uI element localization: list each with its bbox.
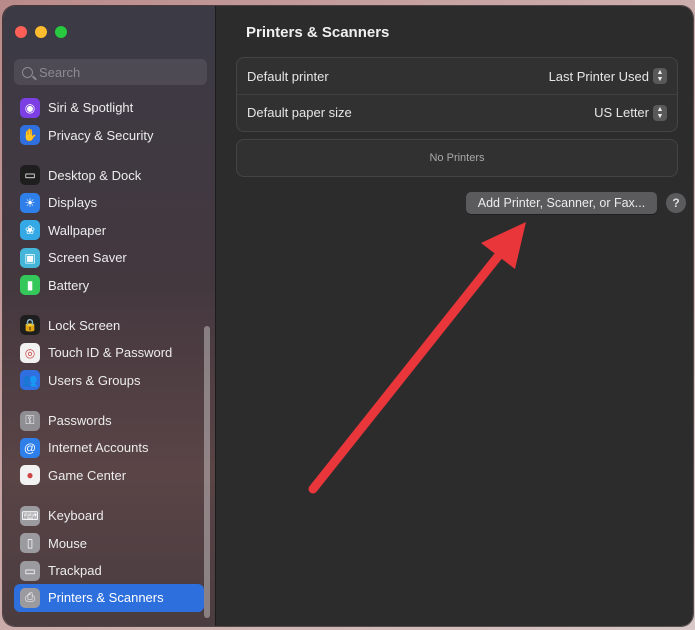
paper-size-row: Default paper size US Letter ▲ ▼ (237, 94, 677, 130)
dock-icon: ▭ (20, 165, 40, 186)
sidebar-scrollbar[interactable] (204, 326, 210, 618)
sidebar-item-label: Game Center (48, 467, 127, 483)
flower-icon: ❀ (20, 220, 40, 241)
window-controls (15, 26, 67, 38)
sidebar-item-label: Keyboard (48, 508, 104, 524)
default-printer-row: Default printer Last Printer Used ▲ ▼ (237, 58, 677, 94)
sidebar-item-label: Mouse (48, 535, 88, 551)
sidebar-item-label: Printers & Scanners (48, 590, 164, 606)
search-field[interactable] (14, 59, 207, 85)
sidebar-item-trackpad[interactable]: ▭ Trackpad (14, 557, 204, 584)
main-pane: Printers & Scanners Default printer Last… (216, 6, 693, 626)
sidebar-item-keyboard[interactable]: ⌨ Keyboard (14, 502, 204, 529)
sidebar-item-label: Users & Groups (48, 372, 141, 388)
paper-size-value: US Letter (594, 105, 649, 120)
sidebar: ◉ Siri & Spotlight ✋ Privacy & Security ▭ Des… (3, 6, 216, 626)
siri-icon: ◉ (20, 97, 40, 118)
sidebar-item-label: Wallpaper (48, 222, 107, 238)
defaults-group: Default printer Last Printer Used ▲ ▼ Def… (236, 57, 678, 132)
trackpad-icon: ▭ (20, 560, 40, 581)
empty-list-text: No Printers (429, 152, 485, 164)
page-title: Printers & Scanners (246, 24, 390, 41)
sidebar-item-lock-screen[interactable]: 🔒 Lock Screen (14, 312, 204, 339)
sidebar-item-touch-id-password[interactable]: ◎ Touch ID & Password (14, 339, 204, 366)
sidebar-item-passwords[interactable]: ⚿ Passwords (14, 407, 204, 434)
game-center-icon: ● (20, 465, 40, 486)
sidebar-item-label: Trackpad (48, 563, 102, 579)
sidebar-item-label: Displays (48, 195, 98, 211)
mouse-icon: ▯ (20, 533, 40, 554)
sidebar-item-privacy-security[interactable]: ✋ Privacy & Security (14, 121, 204, 148)
sidebar-item-label: Passwords (48, 413, 112, 429)
system-settings-window: ◉ Siri & Spotlight ✋ Privacy & Security ▭ Des… (3, 6, 693, 626)
sidebar-item-label: Screen Saver (48, 250, 127, 266)
default-printer-value: Last Printer Used (548, 68, 649, 84)
paper-size-label: Default paper size (247, 105, 352, 120)
printer-icon: ⎙ (20, 587, 40, 608)
sidebar-item-displays[interactable]: ☀ Displays (14, 189, 204, 216)
battery-icon: ▮ (20, 275, 40, 296)
sidebar-item-label: Internet Accounts (48, 440, 149, 456)
zoom-window-button[interactable] (55, 26, 67, 38)
sidebar-item-wallpaper[interactable]: ❀ Wallpaper (14, 217, 204, 244)
sidebar-item-label: Desktop & Dock (48, 167, 142, 183)
users-icon: 👥 (20, 370, 40, 391)
help-button[interactable]: ? (666, 193, 686, 213)
sidebar-separator (14, 394, 204, 407)
default-printer-label: Default printer (247, 68, 329, 84)
key-icon: ⚿ (20, 410, 40, 431)
sidebar-separator (14, 299, 204, 312)
sidebar-separator (14, 489, 204, 502)
search-icon (22, 66, 33, 78)
sun-icon: ☀ (20, 192, 40, 213)
screen-saver-icon: ▣ (20, 247, 40, 268)
sidebar-separator (14, 149, 204, 162)
sidebar-item-mouse[interactable]: ▯ Mouse (14, 529, 204, 556)
paper-size-popup[interactable]: US Letter ▲ ▼ (594, 104, 667, 121)
chevron-up-down-icon: ▲ ▼ (653, 68, 667, 84)
sidebar-item-users-groups[interactable]: 👥 Users & Groups (14, 367, 204, 394)
default-printer-popup[interactable]: Last Printer Used ▲ ▼ (549, 68, 667, 84)
sidebar-item-game-center[interactable]: ● Game Center (14, 462, 204, 489)
sidebar-item-desktop-dock[interactable]: ▭ Desktop & Dock (14, 162, 204, 189)
printer-list[interactable]: No Printers (236, 139, 678, 177)
chevron-up-down-icon: ▲ ▼ (653, 104, 667, 121)
lock-icon: 🔒 (20, 315, 40, 336)
fingerprint-icon: ◎ (20, 342, 40, 363)
sidebar-item-screen-saver[interactable]: ▣ Screen Saver (14, 244, 204, 271)
sidebar-item-label: Touch ID & Password (48, 345, 173, 361)
sidebar-item-printers-scanners[interactable]: ⎙ Printers & Scanners (14, 584, 204, 612)
close-window-button[interactable] (15, 26, 27, 38)
sidebar-item-label: Siri & Spotlight (48, 100, 134, 116)
keyboard-icon: ⌨ (20, 505, 40, 526)
sidebar-item-label: Battery (48, 277, 90, 293)
hand-icon: ✋ (20, 125, 40, 146)
add-printer-button[interactable]: Add Printer, Scanner, or Fax... (466, 192, 657, 214)
sidebar-item-battery[interactable]: ▮ Battery (14, 271, 204, 298)
sidebar-item-internet-accounts[interactable]: @ Internet Accounts (14, 434, 204, 461)
sidebar-item-siri-spotlight[interactable]: ◉ Siri & Spotlight (14, 94, 204, 121)
sidebar-item-label: Privacy & Security (48, 127, 154, 143)
sidebar-item-label: Lock Screen (48, 317, 121, 333)
at-icon: @ (20, 437, 40, 458)
minimize-window-button[interactable] (35, 26, 47, 38)
search-input[interactable] (39, 64, 199, 80)
sidebar-nav: ◉ Siri & Spotlight ✋ Privacy & Security ▭ Des… (14, 94, 204, 612)
